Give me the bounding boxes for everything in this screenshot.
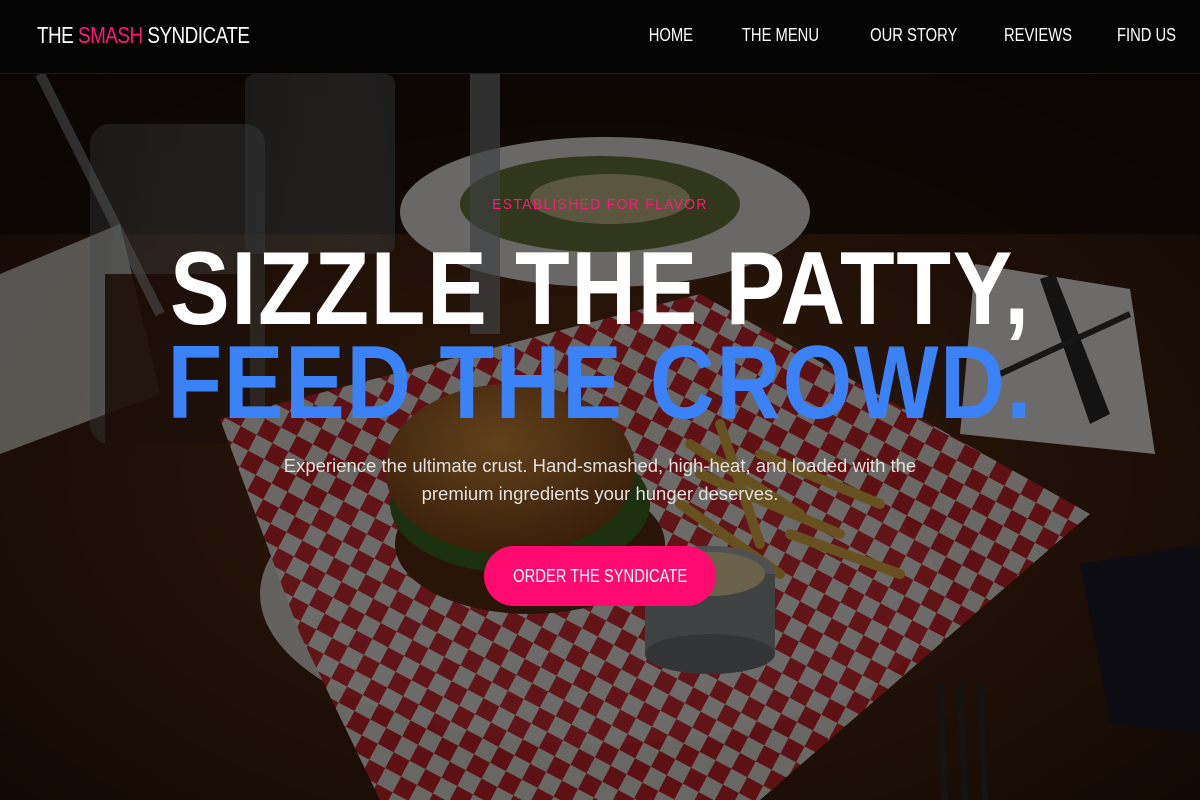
brand-logo[interactable]: THE SMASH SYNDICATE <box>37 22 250 49</box>
hero-eyebrow: ESTABLISHED FOR FLAVOR <box>492 196 708 213</box>
order-button[interactable]: ORDER THE SYNDICATE <box>484 546 716 606</box>
nav-link-home[interactable]: HOME <box>648 25 692 46</box>
hero-headline-line1: SIZZLE THE PATTY, <box>169 231 1031 347</box>
nav-link-find-us[interactable]: FIND US <box>1117 25 1176 46</box>
brand-text-the: THE <box>37 22 78 48</box>
nav-link-our-story[interactable]: OUR STORY <box>870 25 957 46</box>
nav-link-reviews[interactable]: REVIEWS <box>1004 25 1072 46</box>
brand-text-smash: SMASH <box>78 22 143 48</box>
nav-links: HOME THE MENU OUR STORY REVIEWS FIND US <box>607 25 1176 46</box>
hero-subtitle: Experience the ultimate crust. Hand-smas… <box>283 455 917 504</box>
landing-page: THE SMASH SYNDICATE HOME THE MENU OUR ST… <box>0 0 1200 800</box>
nav-link-menu[interactable]: THE MENU <box>742 25 819 46</box>
hero-content: ESTABLISHED FOR FLAVOR SIZZLE THE PATTY,… <box>0 74 1200 800</box>
brand-text-syndicate: SYNDICATE <box>142 22 250 48</box>
top-navigation-bar: THE SMASH SYNDICATE HOME THE MENU OUR ST… <box>0 0 1200 74</box>
hero-headline-line2: FEED THE CROWD. <box>167 325 1033 441</box>
